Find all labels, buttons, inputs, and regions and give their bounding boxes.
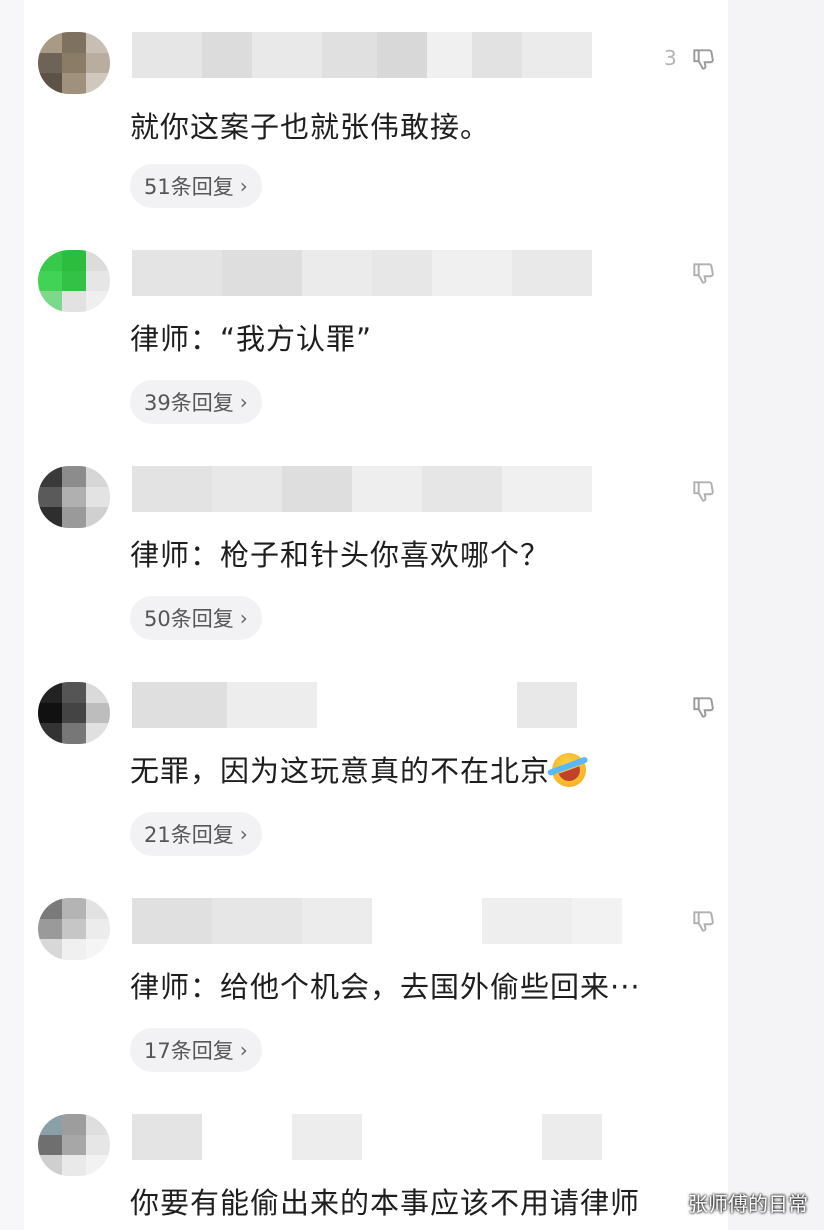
- reply-count-label: 17条回复: [144, 1039, 234, 1063]
- comment-text: 你要有能偷出来的本事应该不用请律师: [130, 1186, 641, 1220]
- thumbs-down-icon[interactable]: [688, 906, 718, 936]
- reply-count-button[interactable]: 21条回复 ›: [130, 812, 262, 856]
- thumbs-down-icon[interactable]: [688, 44, 718, 74]
- comment-text: 律师：“我方认罪”: [130, 322, 373, 356]
- reply-count-button[interactable]: 50条回复 ›: [130, 596, 262, 640]
- chevron-right-icon: ›: [239, 606, 248, 630]
- reply-count-label: 39条回复: [144, 391, 234, 415]
- avatar[interactable]: [38, 32, 110, 94]
- comment-text-content: 无罪，因为这玩意真的不在北京: [130, 754, 551, 788]
- reply-count-label: 50条回复: [144, 607, 234, 631]
- reply-count-label: 51条回复: [144, 175, 234, 199]
- dislike-count: 3: [664, 46, 677, 70]
- laughing-crying-emoji-icon: [547, 748, 591, 792]
- avatar[interactable]: [38, 682, 110, 744]
- right-edge-strip: [728, 0, 824, 1230]
- avatar[interactable]: [38, 898, 110, 960]
- reply-count-button[interactable]: 17条回复 ›: [130, 1028, 262, 1072]
- username-blurred[interactable]: [132, 898, 622, 944]
- thumbs-down-icon[interactable]: [688, 258, 718, 288]
- watermark: 张师傅的日常: [688, 1192, 808, 1216]
- comment-text: 就你这案子也就张伟敢接。: [130, 110, 491, 144]
- chevron-right-icon: ›: [239, 1038, 248, 1062]
- comment-text: 律师：枪子和针头你喜欢哪个？: [130, 538, 551, 572]
- reply-count-label: 21条回复: [144, 823, 234, 847]
- avatar[interactable]: [38, 250, 110, 312]
- comment-text: 律师：给他个机会，去国外偷些回来···: [130, 970, 641, 1004]
- username-blurred[interactable]: [132, 466, 592, 512]
- reply-count-button[interactable]: 51条回复 ›: [130, 164, 262, 208]
- username-blurred[interactable]: [132, 250, 592, 296]
- chevron-right-icon: ›: [239, 390, 248, 414]
- comment-text: 无罪，因为这玩意真的不在北京: [130, 748, 591, 792]
- chevron-right-icon: ›: [239, 822, 248, 846]
- avatar[interactable]: [38, 466, 110, 528]
- reply-count-button[interactable]: 39条回复 ›: [130, 380, 262, 424]
- thumbs-down-icon[interactable]: [688, 476, 718, 506]
- avatar[interactable]: [38, 1114, 110, 1176]
- username-blurred[interactable]: [132, 682, 577, 728]
- username-blurred[interactable]: [132, 32, 592, 78]
- thumbs-down-icon[interactable]: [688, 692, 718, 722]
- username-blurred[interactable]: [132, 1114, 602, 1160]
- chevron-right-icon: ›: [239, 174, 248, 198]
